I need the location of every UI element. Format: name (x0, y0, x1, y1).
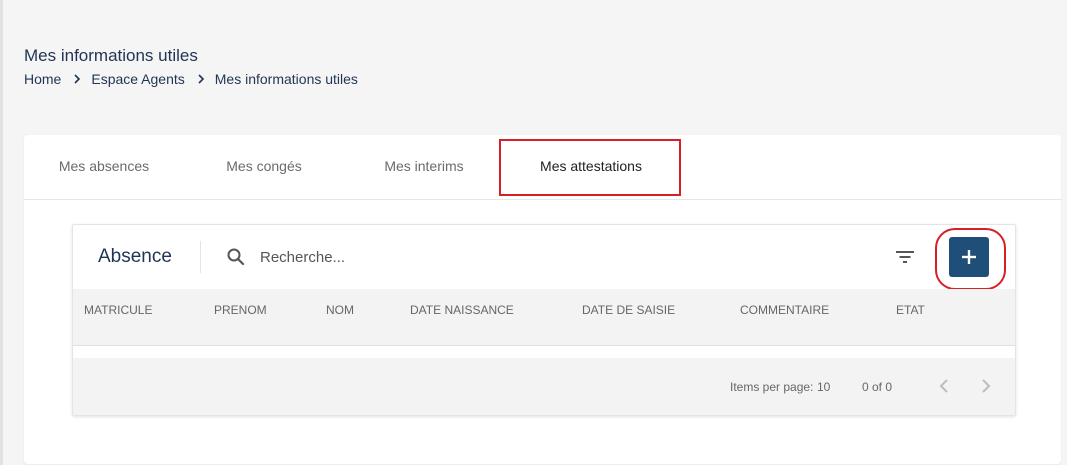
table-title: Absence (98, 246, 172, 267)
tab-bar: Mes absences Mes congés Mes interims Mes… (24, 135, 1061, 200)
paginator: Items per page: 10 0 of 0 (73, 358, 1015, 415)
tab-mes-interims[interactable]: Mes interims (344, 135, 504, 199)
absence-table-card: Absence MATRICULE PRENOM (72, 224, 1016, 416)
chevron-right-icon (73, 74, 81, 84)
column-header-commentaire[interactable]: COMMENTAIRE (740, 303, 829, 317)
page-title: Mes informations utiles (24, 46, 198, 65)
filter-icon[interactable] (894, 247, 916, 267)
tab-mes-conges[interactable]: Mes congés (184, 135, 344, 199)
table-toolbar: Absence (73, 225, 1015, 290)
column-header-nom[interactable]: NOM (326, 303, 354, 317)
breadcrumb-home[interactable]: Home (24, 71, 61, 87)
column-header-etat[interactable]: ETAT (896, 303, 925, 317)
page-range: 0 of 0 (862, 380, 893, 394)
tab-mes-absences[interactable]: Mes absences (24, 135, 184, 199)
items-per-page-label: Items per page: (730, 380, 814, 394)
content-card: Mes absences Mes congés Mes interims Mes… (24, 135, 1061, 464)
column-header-prenom[interactable]: PRENOM (214, 303, 267, 317)
breadcrumb-current: Mes informations utiles (214, 71, 358, 87)
table-header-row: MATRICULE PRENOM NOM DATE NAISSANCE DATE… (73, 289, 1015, 346)
breadcrumb-espace-agents[interactable]: Espace Agents (91, 71, 184, 87)
window-edge (0, 0, 3, 465)
toolbar-divider (200, 241, 201, 273)
add-button[interactable] (949, 237, 989, 277)
plus-icon (962, 250, 976, 264)
column-header-matricule[interactable]: MATRICULE (84, 303, 152, 317)
chevron-right-icon (197, 74, 205, 84)
column-header-date-naissance[interactable]: DATE NAISSANCE (410, 303, 514, 317)
search-input[interactable] (260, 244, 660, 270)
chevron-left-icon[interactable] (935, 376, 955, 396)
chevron-right-icon[interactable] (975, 376, 995, 396)
items-per-page-select[interactable]: 10 (817, 380, 830, 394)
breadcrumb: Home Espace Agents Mes informations util… (24, 71, 358, 87)
search-icon (227, 248, 245, 266)
tab-mes-attestations[interactable]: Mes attestations (501, 135, 681, 199)
column-header-date-de-saisie[interactable]: DATE DE SAISIE (582, 303, 675, 317)
